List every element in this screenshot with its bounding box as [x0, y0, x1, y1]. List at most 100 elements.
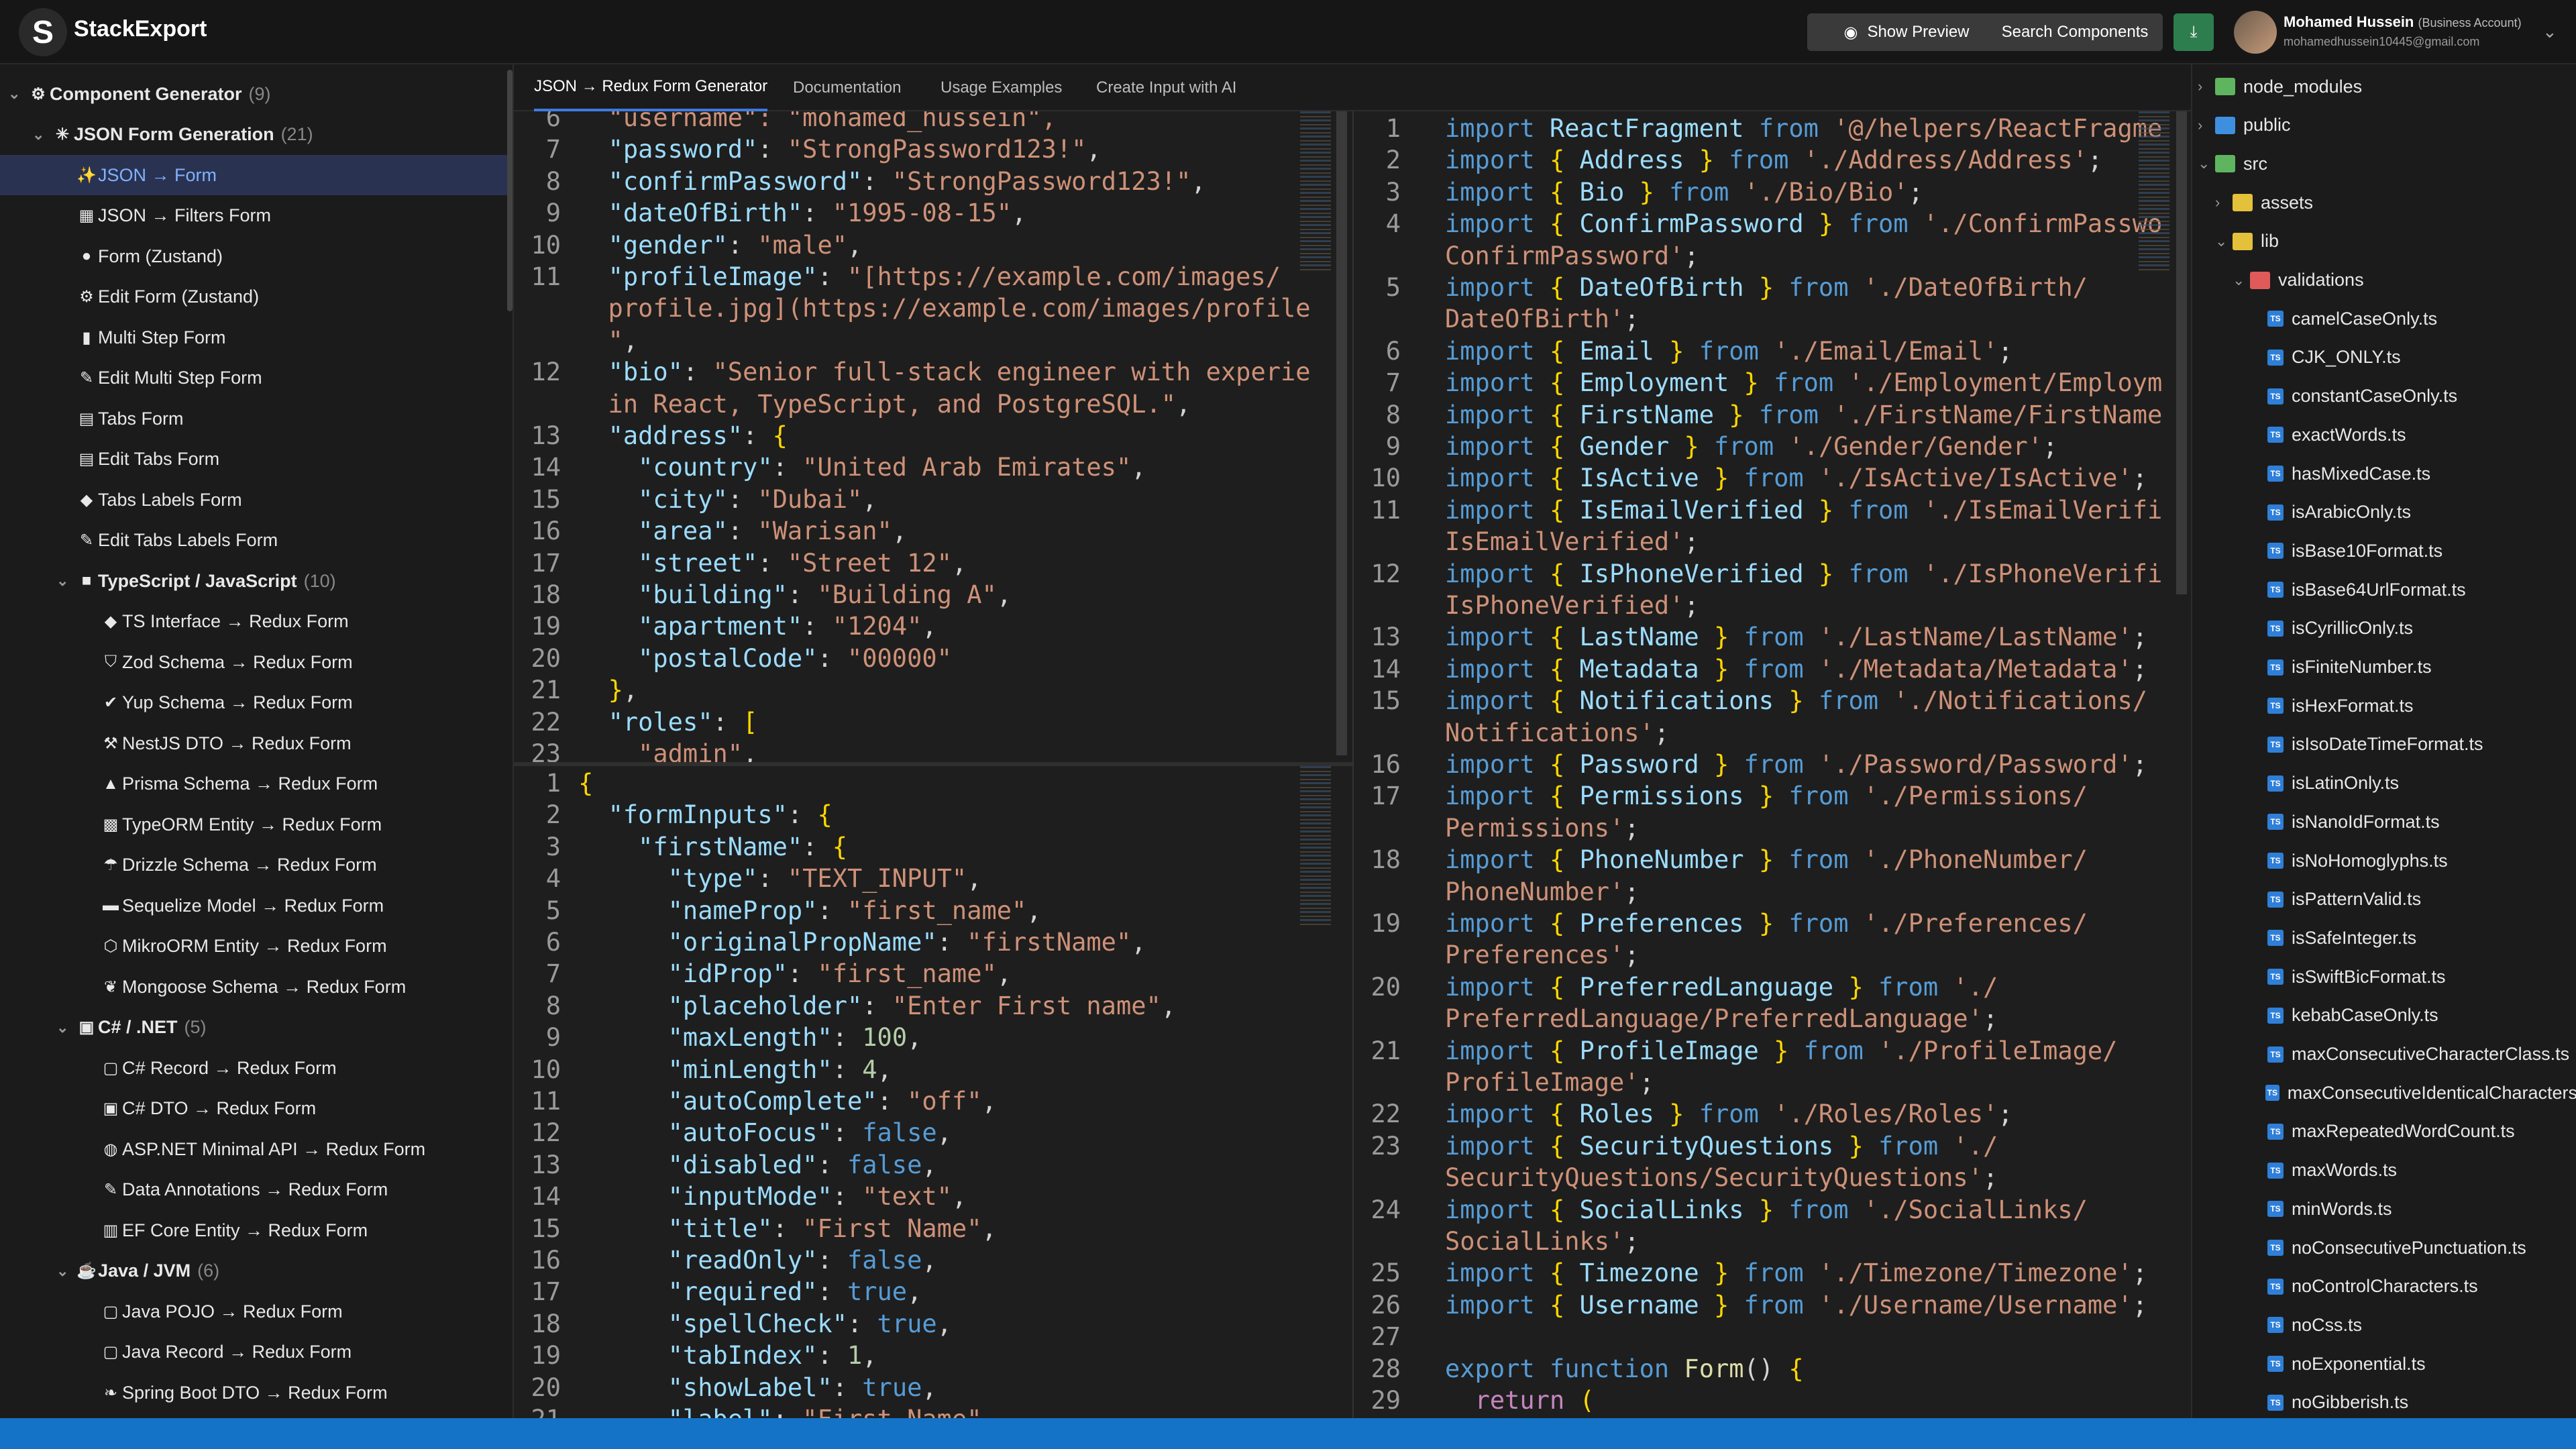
code-token: , [907, 1023, 922, 1053]
sidebar-item[interactable]: ✨ JSON → Form [0, 155, 513, 195]
tab-0[interactable]: JSON → Redux Form Generator [534, 64, 768, 111]
file-item[interactable]: TS isBase10Format.ts [2192, 531, 2576, 570]
sidebar-item[interactable]: ● Form (Zustand) [0, 236, 513, 276]
sidebar-item[interactable]: ▣ C# DTO → Redux Form [0, 1089, 513, 1129]
sidebar-item[interactable]: ◍ ASP.NET Minimal API → Redux Form [0, 1129, 513, 1169]
avatar[interactable] [2234, 11, 2277, 54]
file-item[interactable]: TS isSwiftBicFormat.ts [2192, 957, 2576, 996]
file-item[interactable]: TS isIsoDateTimeFormat.ts [2192, 725, 2576, 764]
file-item[interactable]: › public [2192, 106, 2576, 145]
sidebar-item[interactable]: ▲ Prisma Schema → Redux Form [0, 764, 513, 804]
code-token: "autoComplete" [667, 1087, 877, 1116]
code-token: PreferredLanguage/PreferredLanguage' [1445, 1004, 1983, 1034]
code-token: from [1699, 336, 1774, 366]
sidebar-item[interactable]: ▮ Multi Step Form [0, 317, 513, 358]
file-item[interactable]: TS maxConsecutiveCharacterClass.ts [2192, 1035, 2576, 1074]
json-input-editor[interactable]: 6 "username": "mohamed_hussein", 7 "passw… [514, 111, 1355, 762]
sidebar-item[interactable]: ⌄ ⚙ Component Generator (9) [0, 74, 513, 114]
file-item[interactable]: › assets [2192, 183, 2576, 222]
file-item[interactable]: TS constantCaseOnly.ts [2192, 377, 2576, 416]
tab-3[interactable]: Create Input with AI [1096, 64, 1236, 111]
sidebar-item[interactable]: ⚒ NestJS DTO → Redux Form [0, 723, 513, 763]
sidebar-scrollbar[interactable] [507, 70, 513, 311]
file-item[interactable]: TS noExponential.ts [2192, 1344, 2576, 1383]
editor-scrollbar[interactable] [1336, 111, 1347, 755]
sidebar-item[interactable]: ✎ Edit Tabs Labels Form [0, 521, 513, 561]
file-item[interactable]: TS noControlCharacters.ts [2192, 1267, 2576, 1306]
sidebar-item[interactable]: ▢JPA Entity → Redux Form [0, 1413, 513, 1419]
sidebar-item[interactable]: ⚙ Edit Form (Zustand) [0, 277, 513, 317]
file-item[interactable]: TS hasMixedCase.ts [2192, 454, 2576, 493]
file-item[interactable]: ⌄ lib [2192, 222, 2576, 261]
show-preview-button[interactable]: ◉ Show Preview [1807, 13, 2006, 51]
minimap[interactable] [2139, 111, 2169, 272]
file-item[interactable]: TS CJK_ONLY.ts [2192, 338, 2576, 377]
file-item[interactable]: TS maxRepeatedWordCount.ts [2192, 1112, 2576, 1151]
download-button[interactable]: ⤓ [2174, 13, 2214, 51]
sidebar-item[interactable]: ▦ JSON → Filters Form [0, 196, 513, 236]
file-item[interactable]: ⌄ validations [2192, 261, 2576, 300]
minimap[interactable] [1300, 111, 1331, 272]
sidebar-item[interactable]: ❦ Mongoose Schema → Redux Form [0, 967, 513, 1007]
item-icon: ✎ [103, 1181, 118, 1199]
file-item[interactable]: TS isFiniteNumber.ts [2192, 648, 2576, 687]
typescript-file-icon: TS [2267, 1317, 2284, 1334]
tab-1[interactable]: Documentation [793, 64, 901, 111]
sidebar-item[interactable]: ▥ EF Core Entity → Redux Form [0, 1210, 513, 1250]
file-item[interactable]: TS noGibberish.ts [2192, 1383, 2576, 1418]
file-item[interactable]: TS noConsecutivePunctuation.ts [2192, 1228, 2576, 1267]
sidebar-item[interactable]: ▤ Edit Tabs Form [0, 439, 513, 480]
sidebar-item[interactable]: ▬ Sequelize Model → Redux Form [0, 885, 513, 926]
sidebar-item[interactable]: ◆ Tabs Labels Form [0, 480, 513, 520]
file-item[interactable]: TS isLatinOnly.ts [2192, 764, 2576, 803]
editor-scrollbar[interactable] [2176, 111, 2187, 594]
sidebar-item[interactable]: ⌄ ▣ C# / .NET (5) [0, 1008, 513, 1048]
file-item[interactable]: TS isArabicOnly.ts [2192, 493, 2576, 532]
code-token: Bio [1579, 177, 1640, 207]
file-item[interactable]: TS isPatternValid.ts [2192, 880, 2576, 919]
file-item[interactable]: TS maxWords.ts [2192, 1151, 2576, 1190]
sidebar-item[interactable]: ◆ TS Interface → Redux Form [0, 602, 513, 642]
file-item[interactable]: ⌄ src [2192, 144, 2576, 183]
file-item[interactable]: TS exactWords.ts [2192, 415, 2576, 454]
file-item[interactable]: TS isSafeInteger.ts [2192, 918, 2576, 957]
code-line: IsPhoneVerified'; [1354, 590, 1699, 621]
code-line: 8 "placeholder": "Enter First name", [514, 990, 1176, 1022]
generated-code-editor[interactable]: 1 import ReactFragment from '@/helpers/Re… [1354, 111, 2191, 1418]
code-line: 1 import ReactFragment from '@/helpers/Re… [1354, 113, 2163, 144]
file-item[interactable]: TS noCss.ts [2192, 1305, 2576, 1344]
sidebar-item[interactable]: ❧ Spring Boot DTO → Redux Form [0, 1373, 513, 1413]
sidebar-item[interactable]: ▤ Tabs Form [0, 398, 513, 439]
file-item[interactable]: TS isNoHomoglyphs.ts [2192, 841, 2576, 880]
file-item[interactable]: TS camelCaseOnly.ts [2192, 299, 2576, 338]
sidebar-item[interactable]: ☂ Drizzle Schema → Redux Form [0, 845, 513, 885]
file-item[interactable]: TS isHexFormat.ts [2192, 686, 2576, 725]
sidebar-item[interactable]: ✎ Edit Multi Step Form [0, 358, 513, 398]
file-item[interactable]: TS isCyrillicOnly.ts [2192, 609, 2576, 648]
file-item[interactable]: TS isNanoIdFormat.ts [2192, 802, 2576, 841]
file-item[interactable]: TS minWords.ts [2192, 1189, 2576, 1228]
file-item[interactable]: TS maxConsecutiveIdenticalCharacters [2192, 1073, 2576, 1112]
sidebar-item[interactable]: ▢ Java Record → Redux Form [0, 1332, 513, 1373]
sidebar-item[interactable]: ▢ C# Record → Redux Form [0, 1048, 513, 1088]
sidebar-item[interactable]: ▩ TypeORM Entity → Redux Form [0, 804, 513, 845]
sidebar-item[interactable]: ⬡ MikroORM Entity → Redux Form [0, 926, 513, 967]
file-item[interactable]: TS kebabCaseOnly.ts [2192, 996, 2576, 1035]
sidebar-item[interactable]: ▢ Java POJO → Redux Form [0, 1291, 513, 1332]
chevron-down-icon[interactable]: ⌄ [2542, 21, 2557, 42]
item-icon: ▤ [78, 450, 95, 468]
sidebar-item[interactable]: ✎ Data Annotations → Redux Form [0, 1170, 513, 1210]
search-components-button[interactable]: Search Components [1987, 13, 2163, 51]
sidebar-item[interactable]: ⌄ ■ TypeScript / JavaScript (10) [0, 561, 513, 601]
file-item[interactable]: › node_modules [2192, 67, 2576, 106]
item-icon: ◆ [104, 612, 117, 631]
sidebar-item[interactable]: ⌄ ✳ JSON Form Generation (21) [0, 115, 513, 155]
file-item[interactable]: TS isBase64UrlFormat.ts [2192, 570, 2576, 609]
code-token: import [1445, 273, 1550, 302]
tab-2[interactable]: Usage Examples [941, 64, 1062, 111]
sidebar-item[interactable]: ⌄ ☕ Java / JVM (6) [0, 1251, 513, 1291]
sidebar-item[interactable]: ✔ Yup Schema → Redux Form [0, 683, 513, 723]
form-config-editor[interactable]: 1{2 "formInputs": {3 "firstName": {4 "ty… [514, 766, 1355, 1418]
minimap[interactable] [1300, 766, 1331, 927]
sidebar-item[interactable]: ⛉ Zod Schema → Redux Form [0, 642, 513, 682]
